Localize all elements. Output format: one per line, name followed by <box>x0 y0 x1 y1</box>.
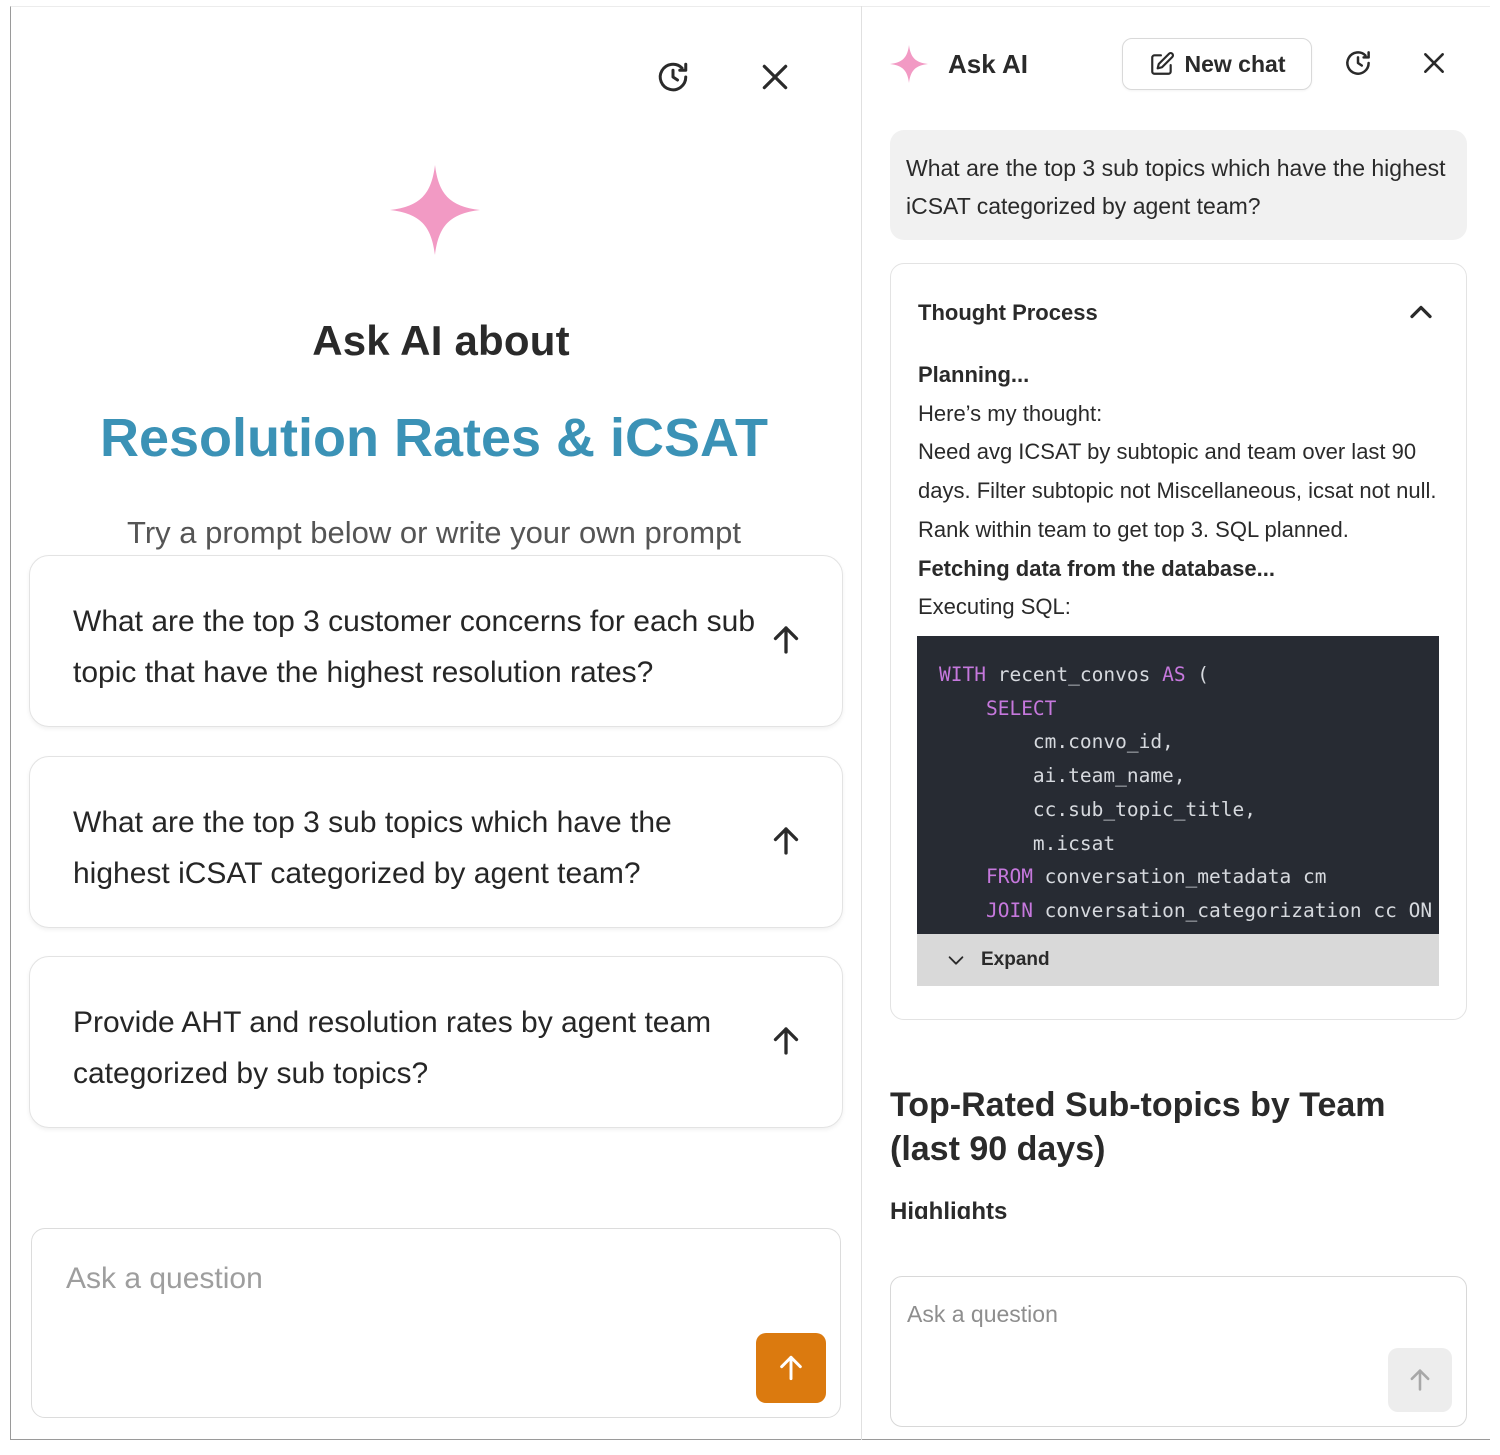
thought-body: Planning... Here’s my thought: Need avg … <box>918 356 1448 627</box>
sql-line: cm.convo_id, <box>1032 730 1174 754</box>
history-button[interactable] <box>651 55 695 99</box>
hero-topic: Resolution Rates & iCSAT <box>99 408 769 468</box>
sql-line: FROM conversation_metadata cm <box>985 865 1327 889</box>
sql-line: WITH recent_convos AS ( <box>939 663 1210 686</box>
sql-code-block: WITH recent_convos AS ( SELECT cm.convo_… <box>917 636 1439 986</box>
close-icon <box>1424 53 1444 73</box>
hero-title: Ask AI about <box>312 317 570 364</box>
prompt-card[interactable]: What are the top 3 sub topics which have… <box>29 756 843 928</box>
question-input-box <box>890 1276 1467 1427</box>
edit-icon <box>1150 52 1174 75</box>
expand-label: Expand <box>981 949 1050 970</box>
sql-line: JOIN conversation_categorization cc ON <box>985 898 1433 922</box>
close-button[interactable] <box>1416 45 1452 81</box>
sql-line: cc.sub_topic_title, <box>1032 797 1256 821</box>
sparkle-icon <box>390 165 480 255</box>
sql-line: m.icsat <box>1032 831 1116 855</box>
executing-label: Executing SQL: <box>918 594 1071 620</box>
chevron-down-icon <box>948 956 964 965</box>
result-title: Top-Rated Sub-topics by Team (last 90 da… <box>890 1086 1386 1168</box>
sparkle-icon <box>890 45 928 83</box>
history-button[interactable] <box>1340 45 1376 81</box>
thought-process-heading: Thought Process <box>918 300 1098 325</box>
thought-intro: Here’s my thought: <box>918 400 1103 426</box>
right-panel: Ask AI New chat What are the top 3 sub t… <box>862 7 1490 1439</box>
prompt-text: Provide AHT and resolution rates by agen… <box>73 1006 712 1090</box>
send-button[interactable] <box>1388 1348 1452 1412</box>
question-input[interactable] <box>907 1297 1367 1331</box>
prompt-text: What are the top 3 customer concerns for… <box>73 605 756 689</box>
arrow-up-icon <box>1410 1369 1430 1391</box>
close-button[interactable] <box>753 55 797 99</box>
arrow-up-icon <box>773 827 799 855</box>
question-input[interactable] <box>66 1259 726 1299</box>
thought-process-card: Thought Process Planning... Here’s my th… <box>890 263 1467 1020</box>
sql-line: ai.team_name, <box>1032 764 1186 788</box>
close-icon <box>762 64 788 90</box>
highlights-heading: Highlights <box>890 1198 1008 1219</box>
fetching-label: Fetching data from the database... <box>918 555 1275 581</box>
sql-line: SELECT <box>985 696 1057 720</box>
user-message: What are the top 3 sub topics which have… <box>890 130 1467 240</box>
chevron-up-icon[interactable] <box>1403 294 1439 330</box>
arrow-up-icon <box>773 1027 799 1055</box>
arrow-up-icon <box>773 626 799 654</box>
prompt-text: What are the top 3 sub topics which have… <box>73 806 672 890</box>
arrow-up-icon <box>780 1355 802 1381</box>
sql-code: WITH recent_convos AS ( SELECT cm.convo_… <box>939 658 1432 928</box>
prompt-card[interactable]: What are the top 3 customer concerns for… <box>29 555 843 727</box>
history-icon <box>1346 51 1370 75</box>
planning-label: Planning... <box>918 362 1030 387</box>
prompt-card[interactable]: Provide AHT and resolution rates by agen… <box>29 956 843 1128</box>
new-chat-label: New chat <box>1184 50 1286 77</box>
hero-subtitle: Try a prompt below or write your own pro… <box>127 515 741 550</box>
left-panel: Ask AI about Resolution Rates & iCSAT Tr… <box>11 7 861 1439</box>
question-input-box <box>31 1228 841 1418</box>
history-icon <box>658 62 688 92</box>
new-chat-button[interactable]: New chat <box>1122 38 1312 90</box>
send-button[interactable] <box>756 1333 826 1403</box>
panel-title: Ask AI <box>948 49 1028 79</box>
thought-text: Need avg ICSAT by subtopic and team over… <box>918 439 1437 542</box>
expand-button[interactable]: Expand <box>917 934 1439 986</box>
